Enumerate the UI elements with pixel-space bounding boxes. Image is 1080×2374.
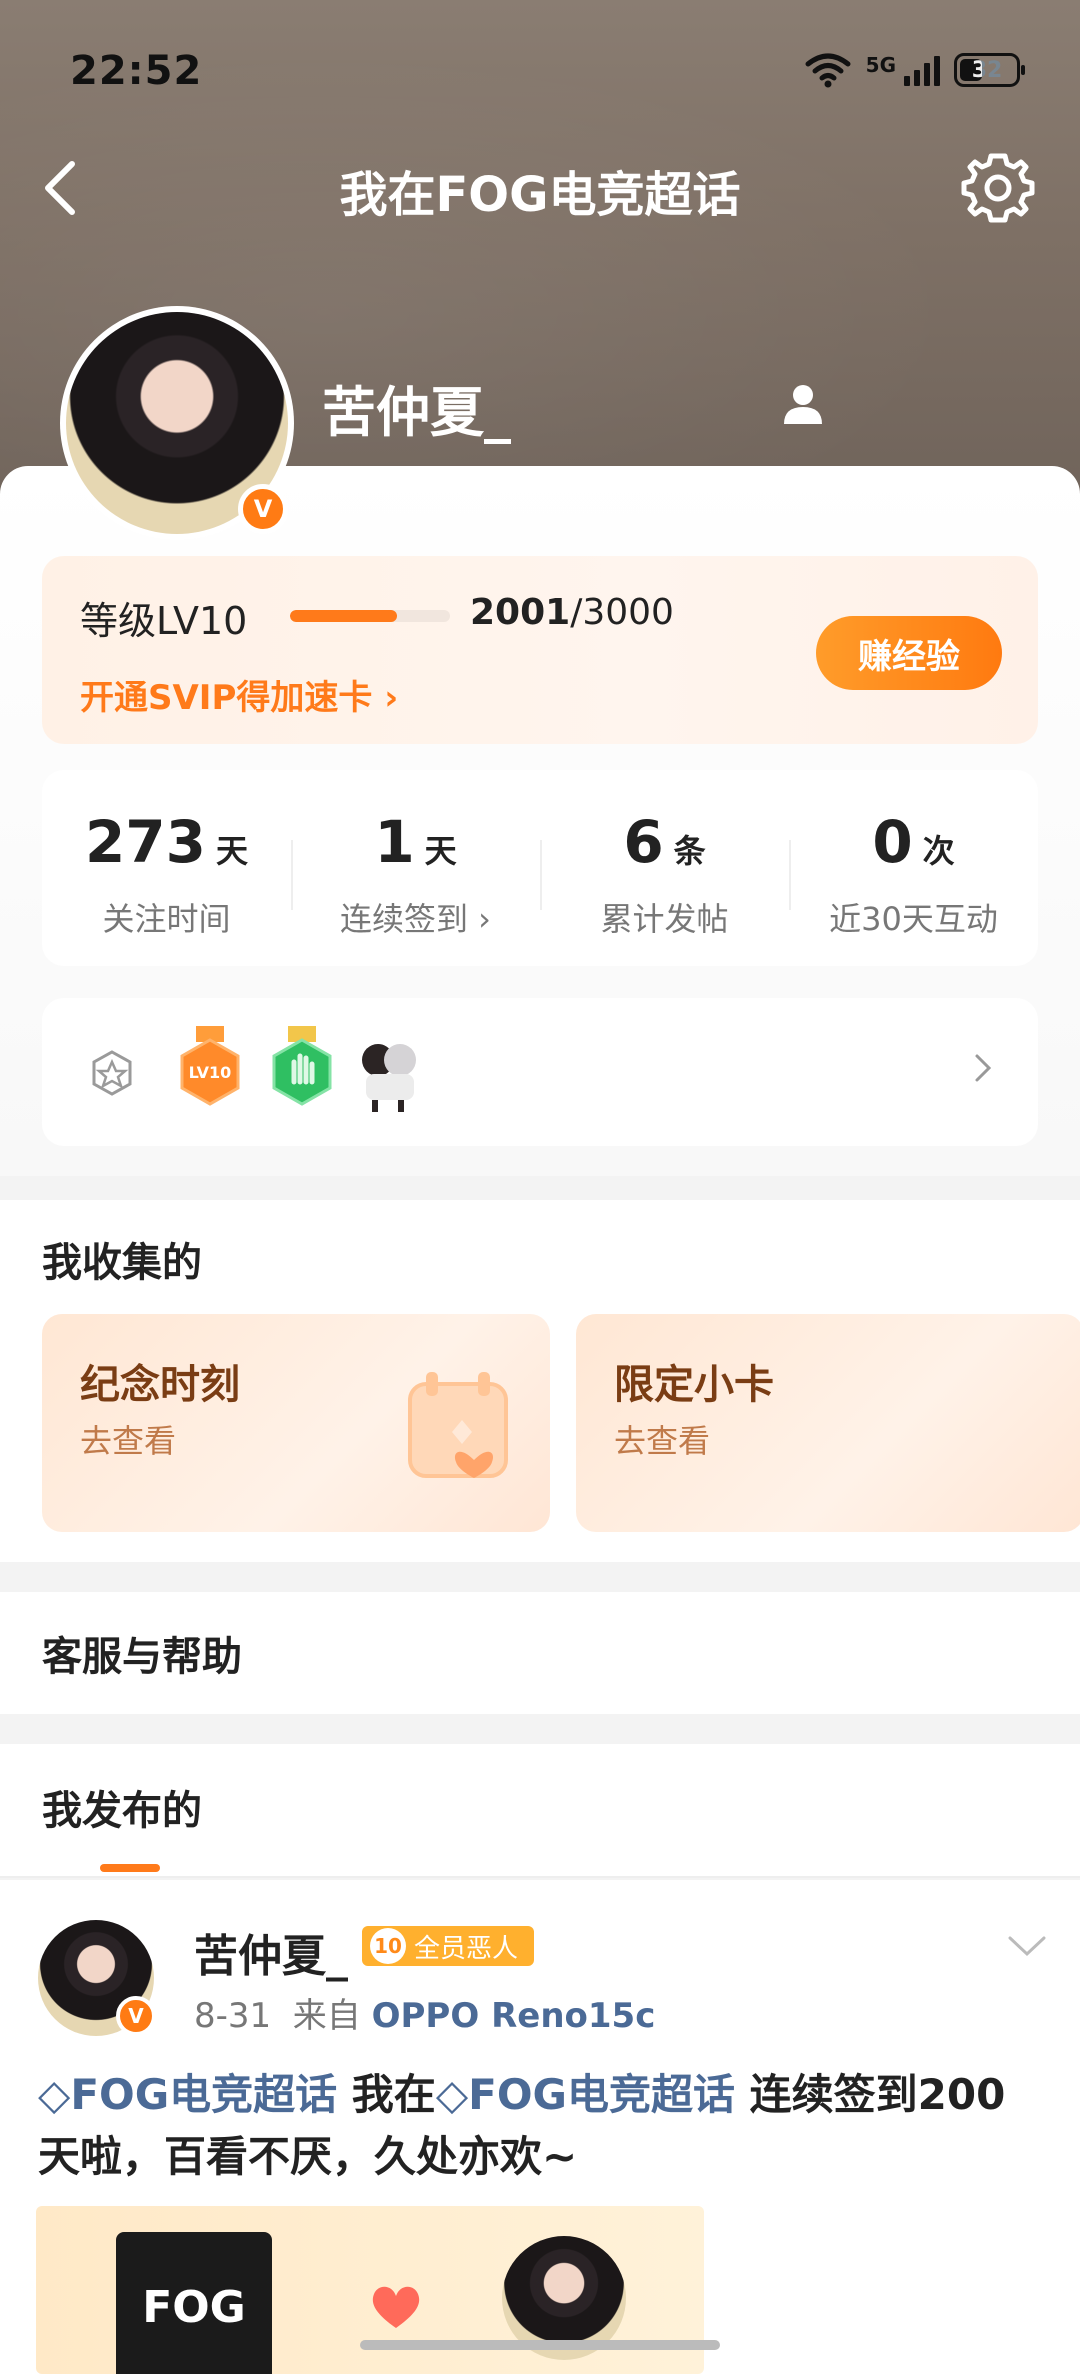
help-title[interactable]: 客服与帮助 — [42, 1624, 242, 1682]
collection-card-moments[interactable]: 纪念时刻 去查看 — [42, 1314, 550, 1532]
svg-text:LV10: LV10 — [189, 1063, 232, 1082]
wifi-icon — [804, 52, 852, 88]
username: 苦仲夏_ — [322, 381, 511, 444]
post-author[interactable]: 苦仲夏_ — [194, 1920, 348, 1984]
verified-badge-icon: V — [116, 1996, 156, 2036]
stat-interactions: 0次 近30天互动 — [789, 770, 1038, 966]
level-medal-icon: LV10 — [180, 1026, 240, 1106]
medals-row[interactable]: LV10 — [42, 998, 1038, 1146]
chevron-right-icon — [975, 1054, 992, 1082]
tab-my-posts[interactable]: 我发布的 — [42, 1778, 202, 1836]
calendar-icon — [408, 1372, 508, 1478]
home-indicator[interactable] — [360, 2340, 720, 2350]
fan-badge: 10 全员恶人 — [362, 1926, 535, 1966]
fan-badge-level: 10 — [370, 1928, 406, 1964]
status-time: 22:52 — [70, 48, 203, 94]
fog-logo: FOG — [116, 2232, 272, 2374]
topic-link[interactable]: ◇FOG电竞超话 — [38, 2070, 337, 2119]
collections-title: 我收集的 — [42, 1240, 202, 1286]
level-progress-bar — [290, 610, 450, 622]
level-score: 2001/3000 — [470, 592, 674, 633]
post-meta: 8-31 来自 OPPO Reno15c — [194, 1996, 656, 2036]
stat-posts: 6条 累计发帖 — [540, 770, 789, 966]
gear-icon[interactable] — [960, 150, 1036, 226]
svip-link[interactable]: 开通SVIP得加速卡 › — [80, 670, 398, 719]
earn-exp-button[interactable]: 赚经验 — [816, 616, 1002, 690]
signal-icon — [904, 54, 940, 86]
medal-icon — [92, 1050, 132, 1096]
stat-checkin[interactable]: 1天 连续签到 › — [291, 770, 540, 966]
collection-card-cards[interactable]: 限定小卡 去查看 — [576, 1314, 1080, 1532]
verified-badge-icon: V — [238, 484, 288, 534]
battery-icon: 32 — [954, 53, 1025, 87]
person-icon[interactable] — [780, 380, 826, 426]
level-label: 等级LV10 — [80, 599, 248, 643]
fan-badge-text: 全员恶人 — [414, 1933, 519, 1964]
network-type: 5G — [865, 53, 896, 77]
diamond-icon: ◇ — [38, 2070, 71, 2119]
battery-level: 32 — [971, 57, 1003, 83]
character-medal-icon — [362, 1044, 416, 1112]
stats-card: 273 天 关注时间 1天 连续签到 › 6条 累计发帖 0次 近30天互动 — [42, 770, 1038, 966]
hand-medal-icon — [272, 1026, 332, 1106]
stat-follow-time: 273 天 关注时间 — [84, 808, 249, 938]
topic-link[interactable]: ◇FOG电竞超话 — [436, 2070, 735, 2119]
chevron-down-icon[interactable] — [1004, 1932, 1050, 1962]
status-icons: 5G 32 — [804, 52, 1025, 88]
tab-underline — [100, 1864, 160, 1872]
post-text: ◇FOG电竞超话 我在◇FOG电竞超话 连续签到200天啦，百看不厌，久处亦欢~ — [38, 2070, 1006, 2181]
page-title: 我在FOG电竞超话 — [339, 167, 741, 223]
diamond-icon: ◇ — [435, 2070, 469, 2119]
heart-icon — [372, 2286, 420, 2328]
